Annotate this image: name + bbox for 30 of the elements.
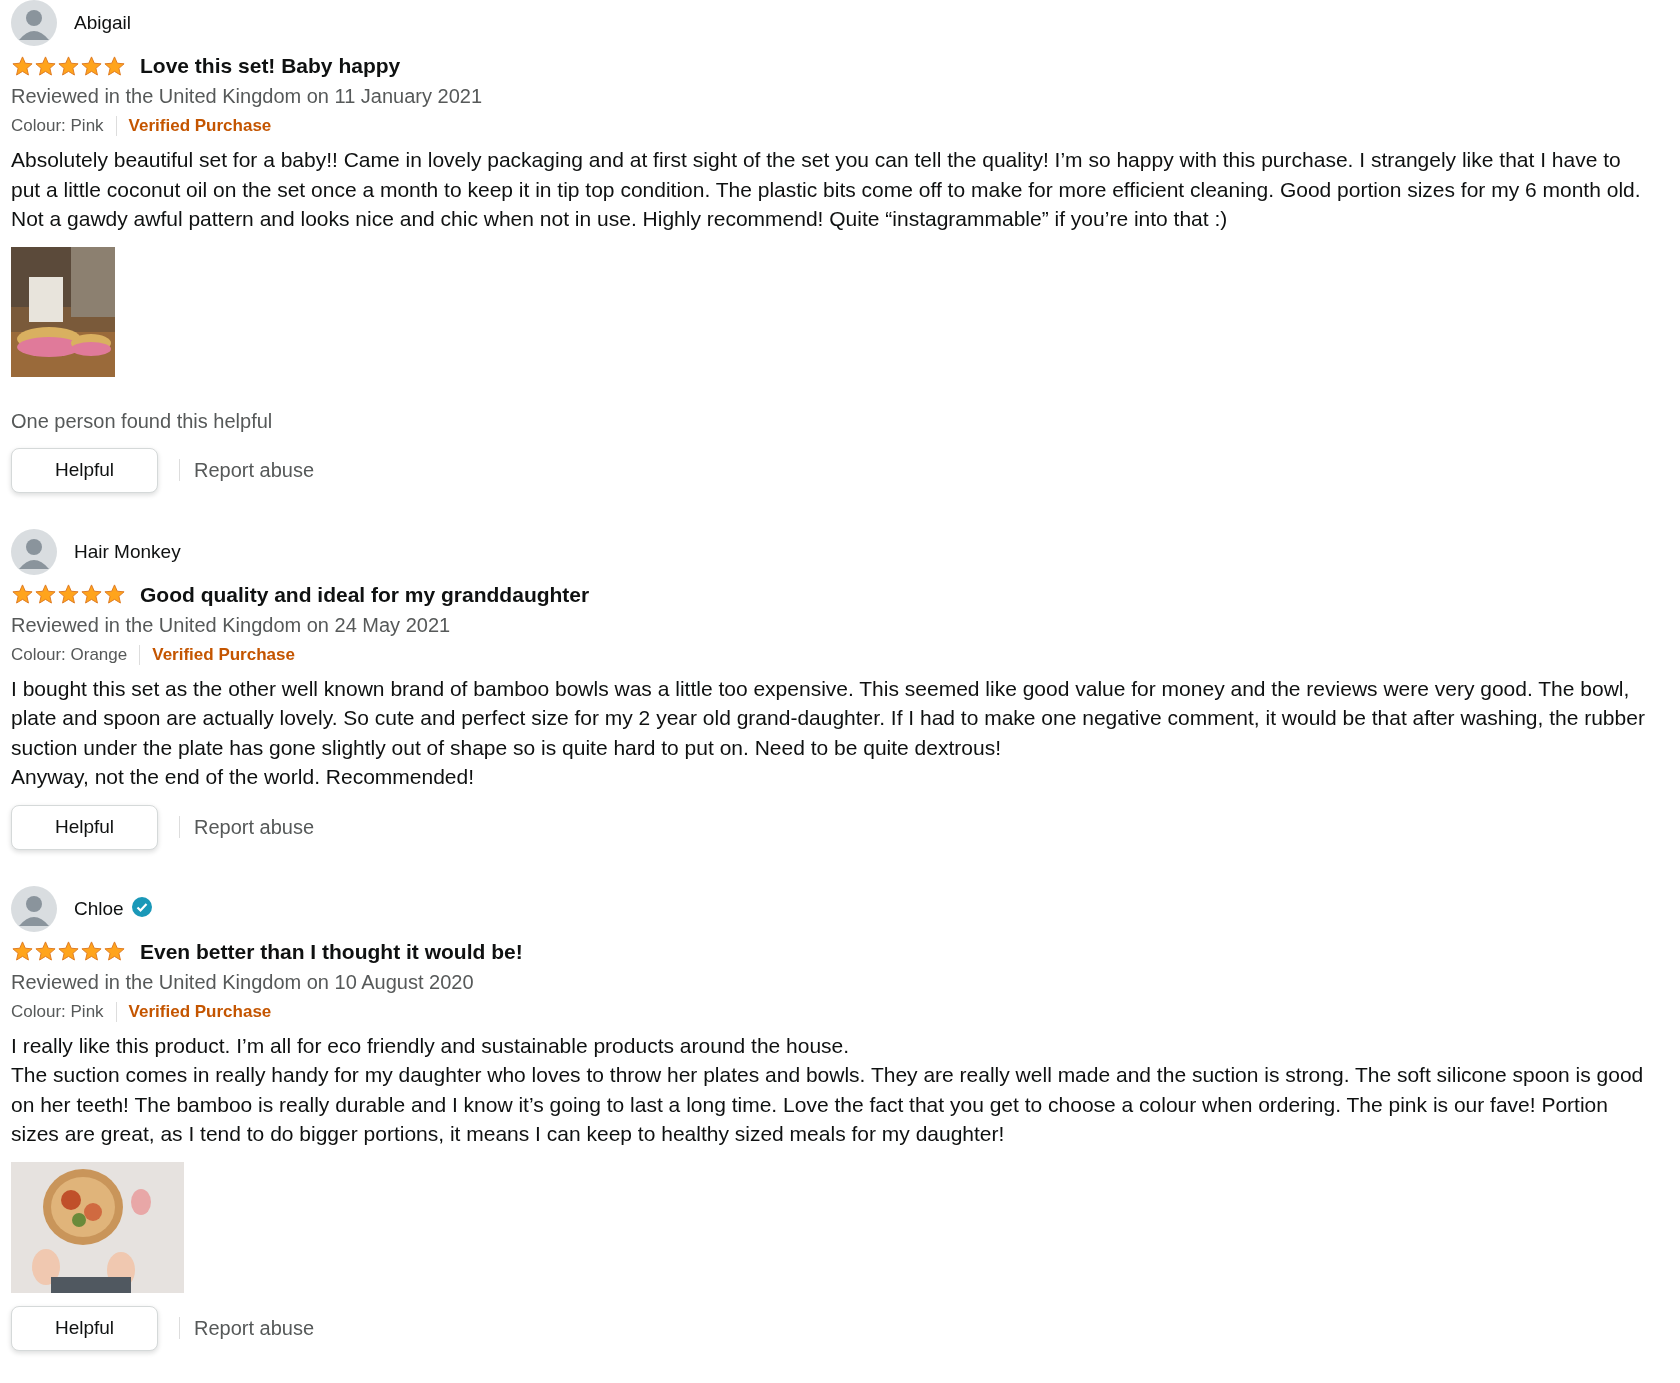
helpful-count: One person found this helpful bbox=[11, 408, 274, 434]
reviewer-name[interactable]: Hair Monkey bbox=[74, 540, 181, 563]
avatar-icon bbox=[11, 0, 57, 46]
colour-variant[interactable]: Colour: Pink bbox=[11, 116, 117, 136]
review-date: Reviewed in the United Kingdom on 11 January 2021 bbox=[11, 84, 484, 109]
review-text: I really like this product. I’m all for eco friendly and sustainable products around the house. bbox=[11, 1032, 851, 1059]
helpful-button[interactable]: Helpful bbox=[11, 804, 158, 850]
avatar-icon bbox=[11, 885, 57, 932]
report-abuse-link[interactable]: Report abuse bbox=[194, 1316, 315, 1340]
review-title[interactable]: Good quality and ideal for my granddaughter bbox=[140, 582, 590, 607]
review-date: Reviewed in the United Kingdom on 24 May 2021 bbox=[11, 612, 452, 638]
review-title[interactable]: Even better than I thought it would be! bbox=[140, 939, 523, 964]
report-abuse-link[interactable]: Report abuse bbox=[194, 815, 315, 839]
avatar-icon bbox=[11, 528, 57, 575]
reviewer-name[interactable]: Chloe bbox=[74, 897, 124, 920]
report-abuse-link[interactable]: Report abuse bbox=[194, 458, 315, 482]
colour-variant[interactable]: Colour: Orange bbox=[11, 644, 141, 665]
review-text: Absolutely beautiful set for a baby!! Came in lovely packaging and at first sight of the set you can tell the quality! I’m so happy with this purchase. I strangely like that I have to put a little coconut oil on the set once a month to keep it in tip top condition. The plastic bits come off to make for more efficient cleaning. Good portion sizes for my 6 month old. Not a gawdy awful pattern and looks nice and chic when not in use. Highly recommend! Quite “instagrammable” if you’re into that :) bbox=[11, 147, 1642, 232]
helpful-button[interactable]: Helpful bbox=[11, 447, 158, 493]
verified-purchase[interactable]: Verified Purchase bbox=[128, 996, 272, 1027]
review-text: The suction comes in really handy for my daughter who loves to throw her plates and bowls. They are really well made and the suction is strong. The soft silicone spoon is good on her teeth! The bamboo is really durable and I know it’s going to last a long time. Love the fact that you get to choose a colour when ordering. The pink is our fave! Portion sizes are great, as I tend to do bigger portions, it means I can keep to healthy sized meals for my daughter! bbox=[11, 1062, 1645, 1147]
review-text: I bought this set as the other well known brand of bamboo bowls was a little too expensive. This seemed like good value for money and the reviews were very good. The bowl, plate and spoon are actually lovely. So cute and perfect size for my 2 year old grand-daughter. If I had to make one negative comment, it would be that after washing, the rubber suction under the plate has gone slightly out of shape so is quite hard to put on. Need to be quite dextrous! bbox=[11, 675, 1646, 761]
review-title[interactable]: Love this set! Baby happy bbox=[140, 54, 401, 78]
reviewer-name[interactable]: Abigail bbox=[74, 12, 132, 34]
colour-variant[interactable]: Colour: Pink bbox=[11, 1001, 117, 1022]
verified-purchase[interactable]: Verified Purchase bbox=[152, 639, 295, 670]
helpful-button[interactable]: Helpful bbox=[11, 1305, 158, 1351]
review-text: Anyway, not the end of the world. Recommended! bbox=[11, 764, 476, 790]
review-date: Reviewed in the United Kingdom on 10 August 2020 bbox=[11, 969, 475, 995]
verified-purchase[interactable]: Verified Purchase bbox=[128, 111, 272, 141]
